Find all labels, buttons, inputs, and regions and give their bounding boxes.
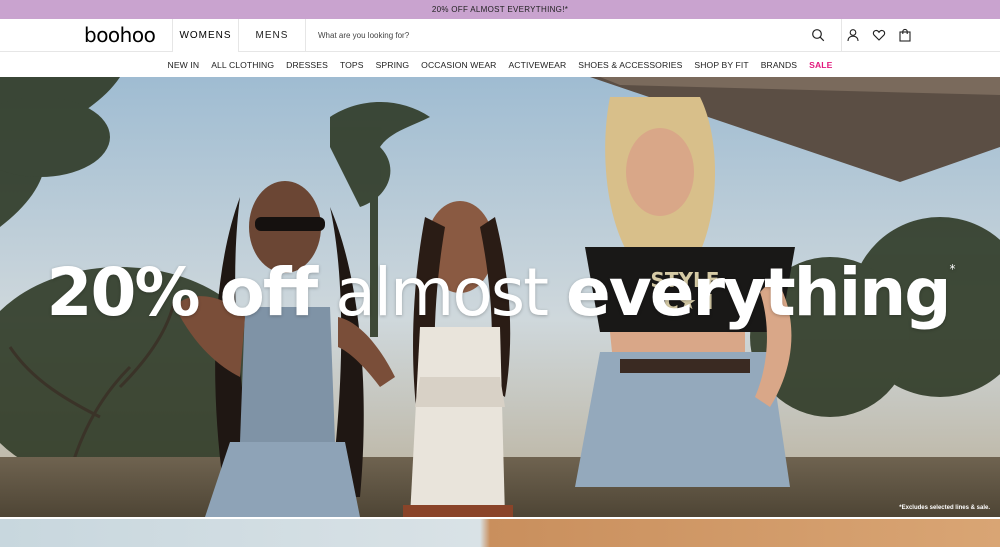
search-icon[interactable] [811,28,825,42]
nav-item-new-in[interactable]: NEW IN [162,60,206,70]
hero-disclaimer: *Excludes selected lines & sale. [899,505,990,511]
promo-banner[interactable]: 20% OFF ALMOST EVERYTHING!* [0,0,1000,19]
nav-item-spring[interactable]: SPRING [370,60,416,70]
category-nav: NEW IN ALL CLOTHING DRESSES TOPS SPRING … [0,53,1000,77]
account-icon[interactable] [846,28,860,42]
hero-headline-part3: everything [565,254,952,331]
nav-item-all-clothing[interactable]: ALL CLOTHING [205,60,280,70]
promo-text: 20% OFF ALMOST EVERYTHING!* [431,5,569,14]
nav-item-occasion-wear[interactable]: OCCASION WEAR [415,60,502,70]
boohoo-logo[interactable]: boohoo [84,23,156,47]
tab-mens[interactable]: MENS [239,19,305,52]
tab-womens[interactable]: WOMENS [172,19,239,52]
nav-item-shoes-accessories[interactable]: SHOES & ACCESSORIES [572,60,688,70]
search-box [305,19,842,52]
next-banner-image[interactable] [0,517,1000,547]
nav-item-activewear[interactable]: ACTIVEWEAR [502,60,572,70]
hero-headline-part1: 20% off [46,254,319,331]
search-input[interactable] [318,27,798,44]
hero-headline-part2: almost [335,254,549,331]
bag-icon[interactable] [898,28,912,42]
hero-headline-mark: * [949,262,955,276]
site-header: boohoo WOMENS MENS [0,19,1000,52]
nav-item-dresses[interactable]: DRESSES [280,60,334,70]
hero-headline: 20% off almost everything* [0,254,1000,331]
hero-banner[interactable]: STYLE IC★N 20% off almost everything* *E… [0,77,1000,517]
nav-item-tops[interactable]: TOPS [334,60,370,70]
nav-item-sale[interactable]: SALE [803,60,838,70]
nav-item-brands[interactable]: BRANDS [755,60,803,70]
heart-icon[interactable] [872,28,886,42]
nav-item-shop-by-fit[interactable]: SHOP BY FIT [688,60,754,70]
